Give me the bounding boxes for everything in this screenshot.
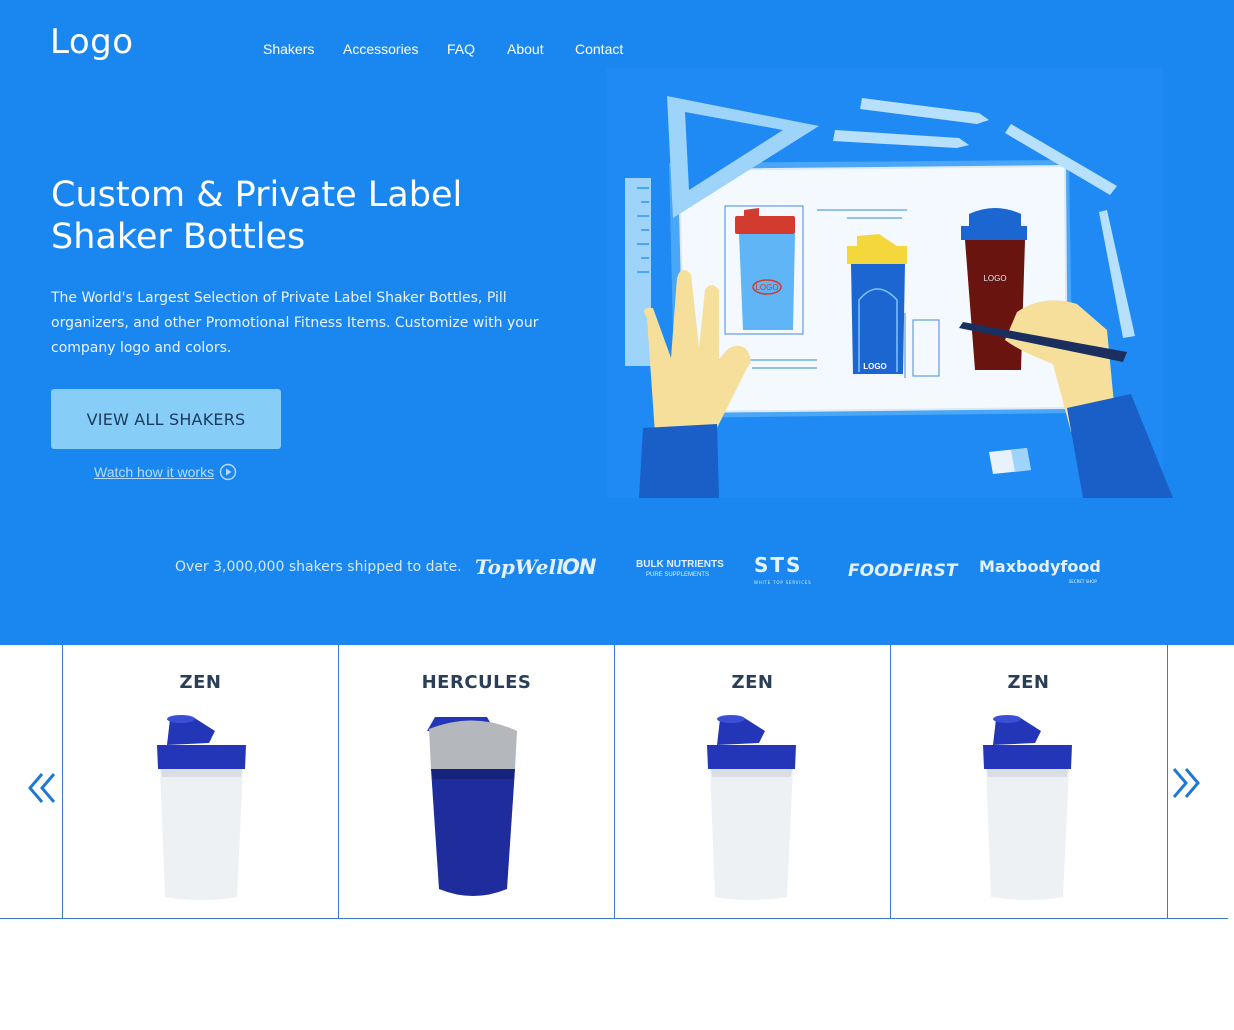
product-name: ZEN: [179, 672, 222, 693]
brand-maxbodyfood-tagline: SECRET SHOP: [1068, 579, 1097, 584]
hero-description: The World's Largest Selection of Private…: [51, 290, 539, 356]
site-logo[interactable]: Logo: [50, 22, 134, 62]
logo-label-3: LOGO: [983, 274, 1006, 283]
product-card-hercules[interactable]: HERCULES: [339, 645, 614, 918]
brand-on-label: ON: [562, 555, 596, 579]
nav-item-about[interactable]: About: [507, 41, 544, 57]
brand-logo-sts: STS WHITE TOP SERVICES: [754, 553, 812, 592]
watch-video-link[interactable]: Watch how it works: [94, 463, 237, 481]
shaker-bottle-image: [983, 715, 1072, 900]
nav-item-shakers[interactable]: Shakers: [263, 41, 314, 57]
logo-label-2: LOGO: [863, 362, 887, 371]
play-icon: [219, 463, 237, 481]
brand-topwell-label: TopWell: [475, 555, 564, 579]
divider: [1167, 645, 1168, 919]
brand-maxbodyfood-label: Maxbodyfood: [979, 557, 1101, 576]
hero-headline-line-2: Shaker Bottles: [51, 217, 306, 257]
watch-video-label: Watch how it works: [94, 464, 215, 480]
carousel-next-arrow-icon[interactable]: [1170, 766, 1202, 800]
product-card-zen[interactable]: ZEN: [615, 645, 890, 918]
product-name: HERCULES: [421, 672, 532, 693]
design-illustration: LOGO LOGO LOGO: [607, 68, 1173, 498]
brand-sts-tagline: WHITE TOP SERVICES: [754, 580, 812, 585]
nav-item-faq[interactable]: FAQ: [447, 41, 475, 57]
product-card-zen[interactable]: ZEN: [891, 645, 1166, 918]
brand-foodfirst-label: FOODFIRST: [848, 561, 958, 581]
hero-headline-line-1: Custom & Private Label: [51, 175, 463, 215]
shaker-bottle-image: [157, 715, 246, 900]
brand-logo-topwell: TopWell: [475, 555, 564, 579]
hero-headline: Custom & Private Label Shaker Bottles: [51, 174, 571, 258]
product-name: ZEN: [731, 672, 774, 693]
brand-logo-on: ON: [562, 555, 596, 579]
shaker-bottle-image: [707, 715, 796, 900]
view-all-shakers-button[interactable]: VIEW ALL SHAKERS: [51, 389, 281, 449]
hero-section: Logo Shakers Accessories FAQ About Conta…: [0, 0, 1234, 645]
carousel-prev-arrow-icon[interactable]: [26, 771, 58, 805]
shipped-count-text: Over 3,000,000 shakers shipped to date.: [175, 559, 462, 575]
nav-item-accessories[interactable]: Accessories: [343, 41, 418, 57]
brand-logo-bulk-nutrients: BULK NUTRIENTS PURE SUPPLEMENTS: [636, 559, 724, 581]
brand-bulk-nutrients-tagline: PURE SUPPLEMENTS: [646, 572, 710, 578]
brand-bulk-nutrients-label: BULK NUTRIENTS: [636, 559, 724, 570]
logo-label-1: LOGO: [755, 283, 778, 292]
nav-item-contact[interactable]: Contact: [575, 41, 623, 57]
brand-logo-foodfirst: FOODFIRST: [848, 561, 958, 581]
product-carousel: ZEN HERCULES ZEN ZEN: [0, 645, 1234, 920]
product-name: ZEN: [1007, 672, 1050, 693]
product-card-zen[interactable]: ZEN: [63, 645, 338, 918]
brand-logo-maxbodyfood: Maxbodyfood SECRET SHOP: [979, 559, 1101, 589]
brand-sts-label: STS: [754, 553, 803, 577]
shaker-bottle-image: [427, 717, 517, 896]
divider: [0, 918, 1228, 919]
